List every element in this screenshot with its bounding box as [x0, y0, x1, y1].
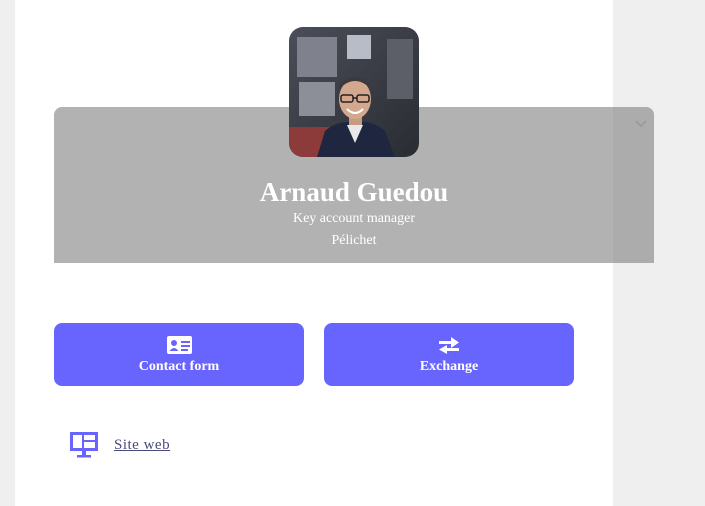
- id-card-icon: [166, 334, 193, 356]
- site-web-row: Site web: [69, 431, 170, 459]
- left-margin-strip: [0, 0, 15, 506]
- exchange-label: Exchange: [419, 359, 479, 374]
- contact-form-button[interactable]: Contact form: [54, 323, 304, 386]
- exchange-button[interactable]: Exchange: [324, 323, 574, 386]
- contact-form-label: Contact form: [138, 359, 220, 374]
- chevron-down-icon[interactable]: [634, 117, 648, 131]
- profile-role: Key account manager: [292, 211, 416, 226]
- exchange-arrows-icon: [437, 334, 461, 356]
- profile-company: Pélichet: [331, 233, 377, 248]
- profile-name: Arnaud Guedou: [259, 177, 449, 207]
- profile-avatar: [289, 27, 419, 157]
- site-web-link[interactable]: Site web: [114, 437, 170, 454]
- desktop-monitor-icon: [69, 431, 99, 459]
